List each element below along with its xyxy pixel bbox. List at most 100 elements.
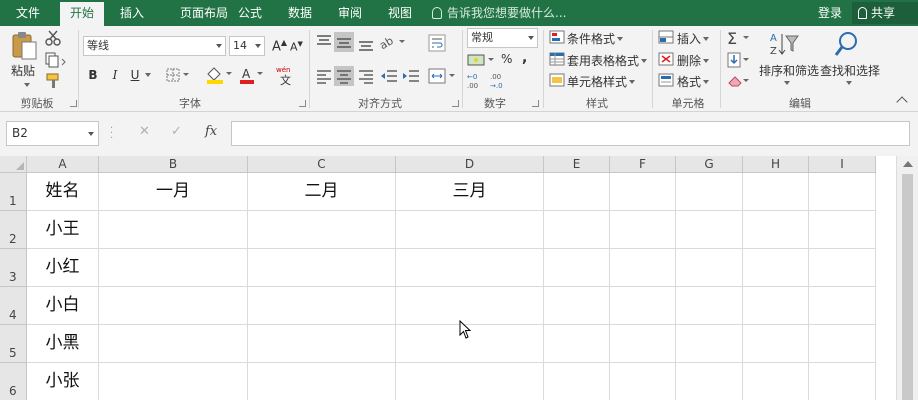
cell-h1[interactable]	[743, 173, 809, 211]
vertical-scrollbar[interactable]	[896, 156, 918, 400]
tell-me-search[interactable]: 告诉我您想要做什么...	[432, 0, 566, 26]
orientation-icon[interactable]: ab	[377, 34, 406, 53]
column-header-h[interactable]: H	[743, 156, 809, 173]
alignment-launcher-icon[interactable]	[452, 100, 459, 107]
font-launcher-icon[interactable]	[299, 100, 306, 107]
drag-handle-icon[interactable]: · · ·	[110, 124, 113, 144]
row-header[interactable]: 4	[0, 287, 27, 325]
row-header[interactable]: 1	[0, 173, 27, 211]
number-format-select[interactable]: 常规	[467, 28, 538, 48]
cell-f2[interactable]	[610, 211, 676, 249]
font-size-select[interactable]: 14	[229, 36, 265, 56]
cell-e5[interactable]	[544, 325, 610, 363]
cell-g3[interactable]	[676, 249, 743, 287]
tab-data[interactable]: 数据	[280, 0, 320, 26]
tab-home[interactable]: 开始	[60, 2, 104, 26]
column-header-e[interactable]: E	[544, 156, 610, 173]
row-header[interactable]: 6	[0, 363, 27, 400]
insert-function-button[interactable]: fx	[205, 124, 217, 139]
wrap-text-icon[interactable]	[428, 34, 446, 55]
cell-b2[interactable]	[99, 211, 248, 249]
cell-e6[interactable]	[544, 363, 610, 400]
autosum-icon[interactable]: Σ	[727, 29, 751, 49]
number-launcher-icon[interactable]	[532, 100, 539, 107]
cell-a1[interactable]: 姓名	[27, 173, 99, 211]
align-left-icon[interactable]	[316, 68, 332, 87]
find-select-dropdown-icon[interactable]	[844, 76, 852, 90]
cell-i6[interactable]	[809, 363, 876, 400]
paste-icon[interactable]	[10, 30, 38, 65]
fill-icon[interactable]	[727, 52, 751, 71]
cell-f5[interactable]	[610, 325, 676, 363]
cell-h6[interactable]	[743, 363, 809, 400]
format-as-table-icon[interactable]	[549, 52, 565, 69]
worksheet-grid[interactable]: A B C D E F G H I 1 姓名 一月 二月 三月 2 小王 3 小红 4 小白 5 小黑 6 小张	[0, 156, 918, 400]
cell-b4[interactable]	[99, 287, 248, 325]
format-painter-icon[interactable]	[45, 73, 61, 92]
phonetic-icon[interactable]: wén 文	[276, 64, 300, 89]
cell-d2[interactable]	[396, 211, 544, 249]
borders-icon[interactable]	[166, 68, 190, 85]
cell-d6[interactable]	[396, 363, 544, 400]
format-as-table-button[interactable]: 套用表格格式	[567, 52, 648, 69]
tab-review[interactable]: 审阅	[330, 0, 370, 26]
cell-c3[interactable]	[248, 249, 396, 287]
underline-button[interactable]: U	[126, 66, 144, 84]
enter-icon[interactable]: ✓	[171, 124, 182, 139]
cell-f6[interactable]	[610, 363, 676, 400]
underline-dropdown-icon[interactable]	[143, 68, 151, 82]
cell-g1[interactable]	[676, 173, 743, 211]
cell-h3[interactable]	[743, 249, 809, 287]
cell-f4[interactable]	[610, 287, 676, 325]
format-cells-icon[interactable]	[658, 73, 674, 90]
cancel-icon[interactable]: ✕	[139, 124, 150, 139]
cell-c4[interactable]	[248, 287, 396, 325]
column-header-a[interactable]: A	[27, 156, 99, 173]
clipboard-launcher-icon[interactable]	[70, 100, 77, 107]
align-right-icon[interactable]	[358, 68, 374, 87]
align-middle-icon[interactable]	[334, 32, 354, 52]
cell-b6[interactable]	[99, 363, 248, 400]
cell-c1[interactable]: 二月	[248, 173, 396, 211]
cell-e3[interactable]	[544, 249, 610, 287]
cell-i1[interactable]	[809, 173, 876, 211]
scroll-thumb[interactable]	[902, 174, 913, 400]
sort-filter-dropdown-icon[interactable]	[782, 76, 790, 90]
cell-styles-button[interactable]: 单元格样式	[567, 73, 636, 90]
cell-f3[interactable]	[610, 249, 676, 287]
shrink-font-button[interactable]: A▼	[290, 40, 303, 54]
cell-c6[interactable]	[248, 363, 396, 400]
row-header[interactable]: 5	[0, 325, 27, 363]
decrease-indent-icon[interactable]	[380, 68, 398, 87]
sort-filter-icon[interactable]: AZ	[770, 30, 800, 63]
currency-icon[interactable]	[467, 52, 495, 71]
cell-h5[interactable]	[743, 325, 809, 363]
clear-icon[interactable]	[727, 73, 751, 92]
cell-a6[interactable]: 小张	[27, 363, 99, 400]
row-header[interactable]: 3	[0, 249, 27, 287]
conditional-format-button[interactable]: 条件格式	[567, 30, 624, 47]
cell-g4[interactable]	[676, 287, 743, 325]
format-cells-button[interactable]: 格式	[677, 73, 710, 90]
cell-i2[interactable]	[809, 211, 876, 249]
cell-g5[interactable]	[676, 325, 743, 363]
cell-styles-icon[interactable]	[549, 73, 565, 90]
tab-insert[interactable]: 插入	[112, 0, 152, 26]
scroll-up-icon[interactable]	[903, 161, 913, 167]
cell-h2[interactable]	[743, 211, 809, 249]
cell-d3[interactable]	[396, 249, 544, 287]
cell-e4[interactable]	[544, 287, 610, 325]
copy-icon[interactable]	[45, 52, 67, 71]
cell-h4[interactable]	[743, 287, 809, 325]
align-bottom-icon[interactable]	[358, 36, 374, 55]
delete-cells-icon[interactable]	[658, 52, 674, 69]
italic-button[interactable]: I	[106, 66, 124, 84]
paste-label[interactable]: 粘贴	[11, 62, 35, 79]
cell-b1[interactable]: 一月	[99, 173, 248, 211]
grow-font-button[interactable]: A▲	[272, 38, 287, 54]
column-header-f[interactable]: F	[610, 156, 676, 173]
cell-i3[interactable]	[809, 249, 876, 287]
conditional-format-icon[interactable]	[549, 30, 565, 47]
cell-a3[interactable]: 小红	[27, 249, 99, 287]
insert-cells-button[interactable]: 插入	[677, 30, 710, 47]
